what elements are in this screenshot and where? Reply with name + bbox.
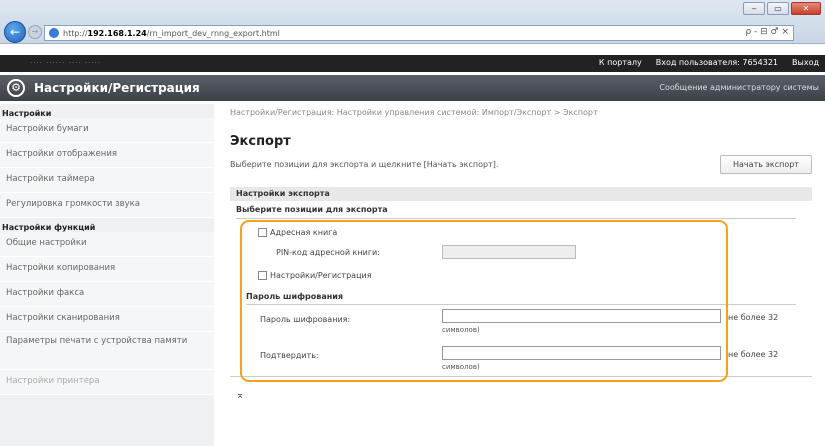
export-settings-heading: Настройки экспорта	[230, 187, 812, 201]
device-name: ···· ······ ···· ·····	[30, 59, 101, 67]
sidebar-item-display[interactable]: Настройки отображения	[0, 143, 214, 168]
browser-logo-icon	[49, 28, 59, 38]
browser-chrome: ‒ ▭ ✕ ← → http://192.168.1.24/rn_import_…	[0, 0, 825, 44]
close-window-button[interactable]: ✕	[791, 2, 821, 15]
highlight-frame	[240, 220, 728, 382]
login-info: Вход пользователя: 7654321	[655, 58, 779, 67]
minimize-button[interactable]: ‒	[743, 2, 765, 15]
url-text: http://192.168.1.24/rn_import_dev_rnng_e…	[63, 28, 280, 38]
settings-title-bar: ⚙ Настройки/Регистрация Сообщение админи…	[0, 75, 825, 101]
settings-gear-icon: ⚙	[7, 79, 25, 97]
sidebar-group-functions: Настройки функций	[2, 223, 96, 232]
confirm-max-note: не более 32	[728, 350, 779, 359]
sidebar-item-paper[interactable]: Настройки бумаги	[0, 118, 214, 143]
sidebar-item-scan[interactable]: Настройки сканирования	[0, 307, 214, 332]
admin-message-link[interactable]: Сообщение администратору системы	[659, 83, 819, 92]
sidebar-item-fax[interactable]: Настройки факса	[0, 282, 214, 307]
scroll-top-icon[interactable]: ⌅	[236, 390, 244, 401]
sidebar-item-printer[interactable]: Настройки принтера	[0, 370, 214, 395]
breadcrumb: Настройки/Регистрация: Настройки управле…	[230, 108, 598, 117]
sidebar-item-general[interactable]: Общие настройки	[0, 232, 214, 257]
page-header-title: Настройки/Регистрация	[34, 81, 200, 95]
sidebar-item-volume[interactable]: Регулировка громкости звука	[0, 193, 214, 218]
window-controls: ‒ ▭ ✕	[743, 2, 821, 15]
address-tools[interactable]: ρ - ⊟ ♂ ×	[745, 27, 789, 37]
sidebar-item-timer[interactable]: Настройки таймера	[0, 168, 214, 193]
maximize-button[interactable]: ▭	[767, 2, 789, 15]
main-content: Настройки/Регистрация: Настройки управле…	[226, 104, 816, 446]
device-bar: ···· ······ ···· ····· К порталу Вход по…	[0, 55, 825, 72]
divider	[236, 218, 796, 219]
instruction-text: Выберите позиции для экспорта и щелкните…	[230, 160, 499, 169]
portal-link[interactable]: К порталу	[599, 58, 642, 67]
select-items-heading: Выберите позиции для экспорта	[236, 205, 388, 214]
back-arrow-icon[interactable]: ←	[4, 21, 26, 43]
page-title: Экспорт	[230, 134, 291, 149]
password-max-note: не более 32	[728, 313, 779, 322]
logout-link[interactable]: Выход	[792, 58, 819, 67]
sidebar-group-settings: Настройки	[2, 109, 52, 118]
start-export-button[interactable]: Начать экспорт	[720, 155, 812, 174]
address-bar[interactable]: http://192.168.1.24/rn_import_dev_rnng_e…	[44, 25, 794, 41]
forward-arrow-icon[interactable]: →	[28, 25, 42, 39]
sidebar-item-memory-print[interactable]: Параметры печати с устройства памяти	[0, 332, 214, 370]
sidebar: Настройки Настройки бумаги Настройки ото…	[0, 104, 214, 446]
sidebar-item-copy[interactable]: Настройки копирования	[0, 257, 214, 282]
